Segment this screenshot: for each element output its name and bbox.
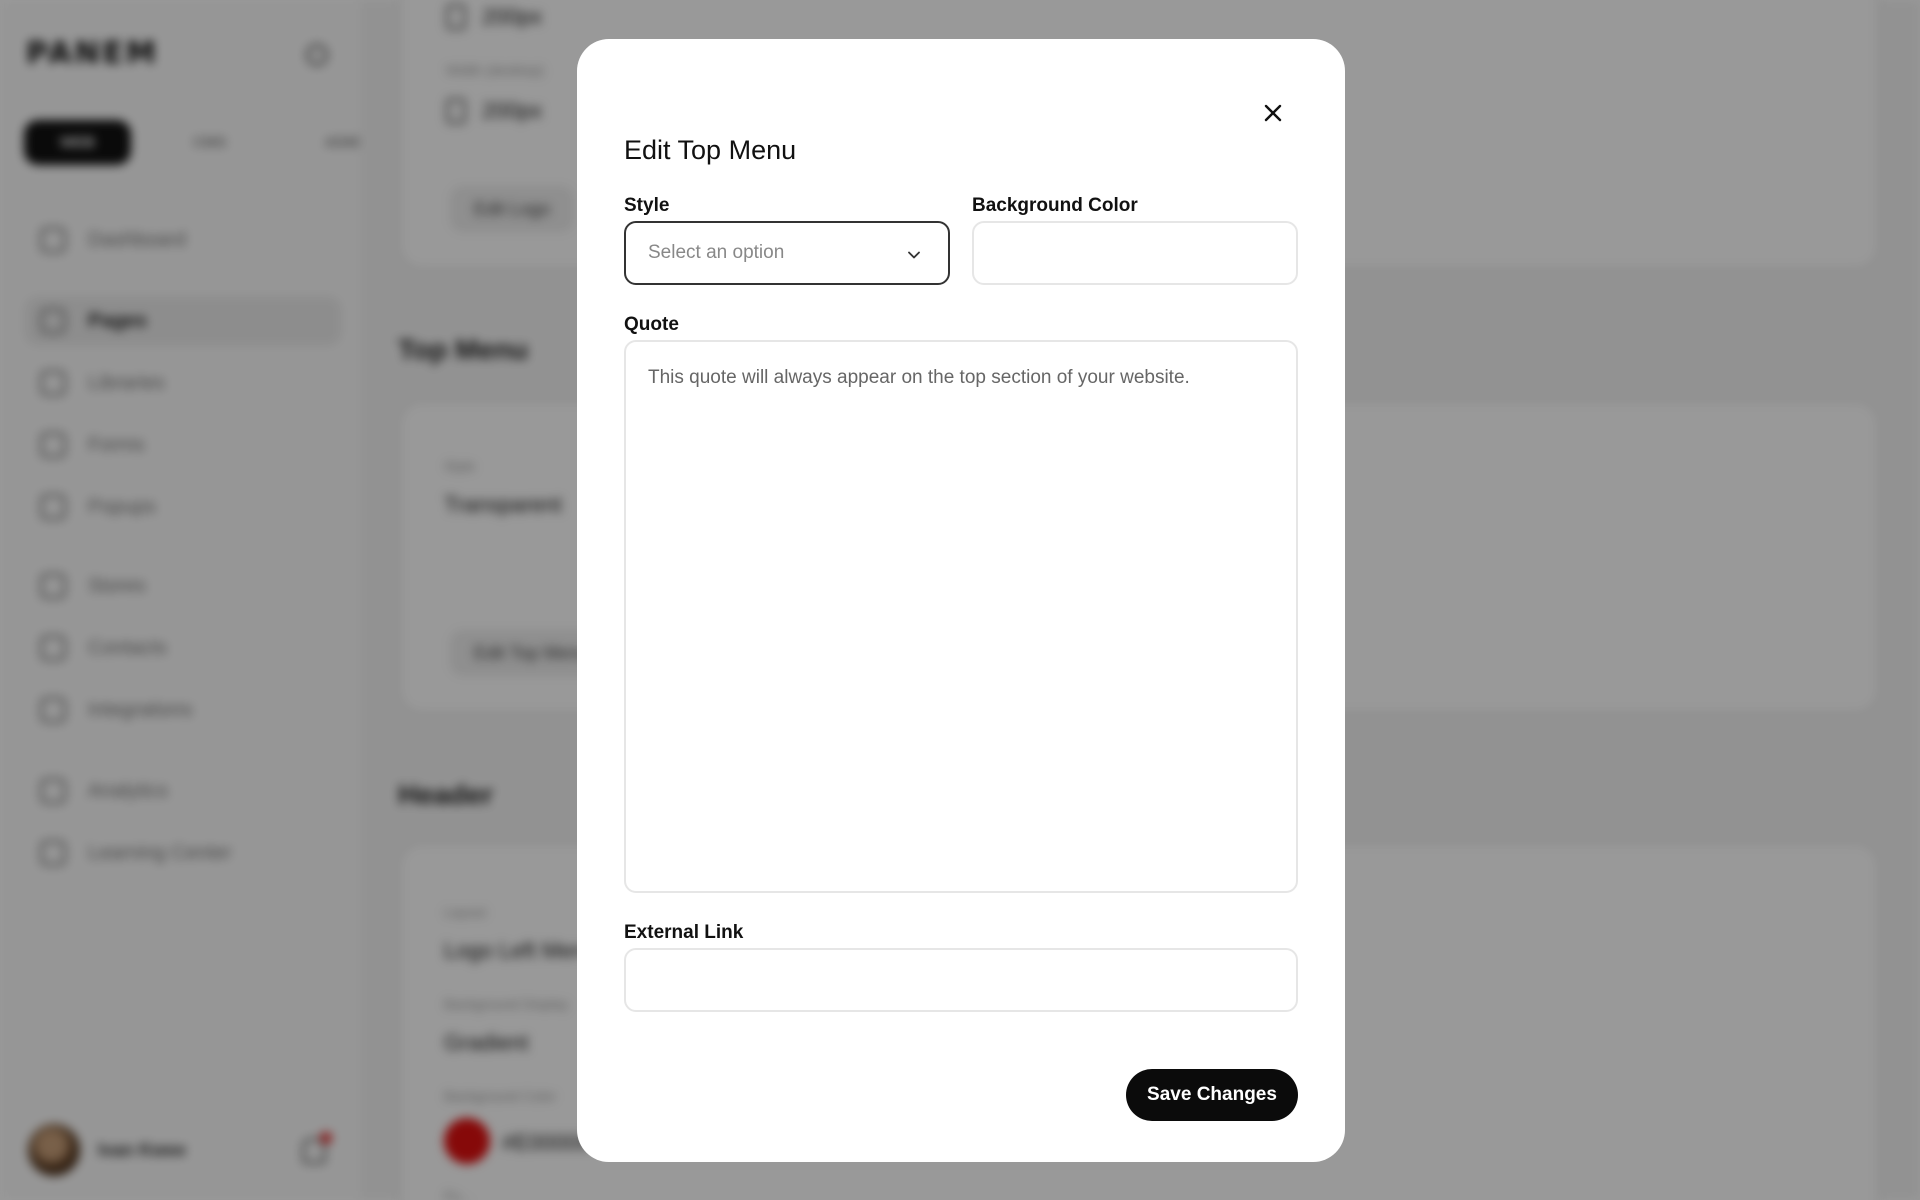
background-color-label: Background Color (972, 195, 1138, 216)
external-link-input[interactable] (624, 948, 1298, 1012)
chevron-down-icon (908, 251, 920, 259)
close-button[interactable] (1255, 95, 1291, 131)
modal-title: Edit Top Menu (624, 135, 797, 165)
style-select-placeholder: Select an option (648, 242, 785, 263)
style-label: Style (624, 195, 670, 216)
quote-textarea[interactable] (624, 340, 1298, 893)
close-icon (1264, 104, 1282, 122)
external-link-label: External Link (624, 922, 744, 943)
style-select[interactable]: Select an option (624, 221, 950, 285)
background-color-input[interactable] (972, 221, 1298, 285)
edit-top-menu-modal: Edit Top Menu Style Select an option Bac… (577, 39, 1345, 1162)
quote-label: Quote (624, 314, 679, 335)
app-root: PANEM WEB CMS ADMIN Dashboard Pages Libr… (0, 0, 1920, 1200)
save-changes-button[interactable]: Save Changes (1126, 1069, 1298, 1121)
